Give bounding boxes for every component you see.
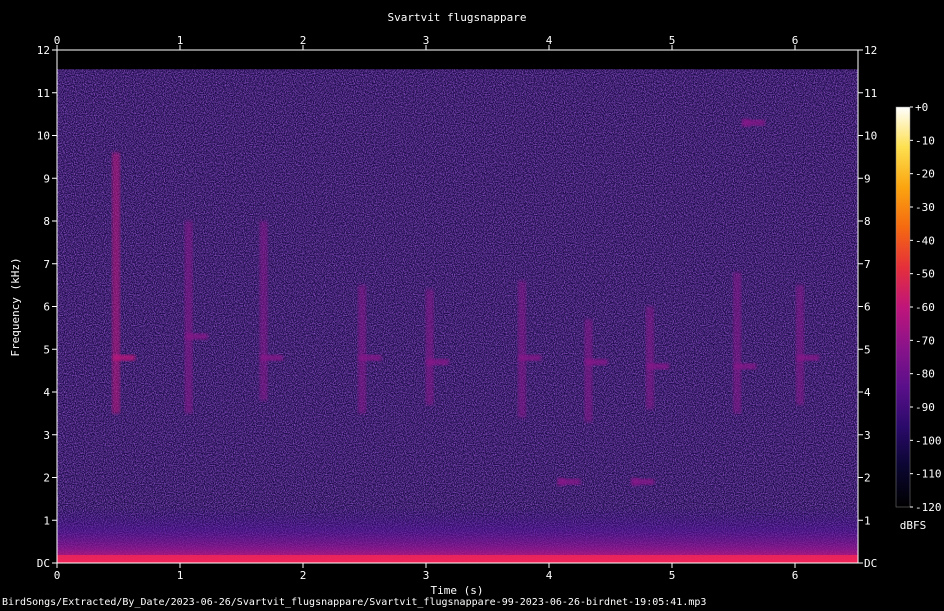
call-event-streak: [584, 319, 593, 422]
colorbar-tick-label: +0: [915, 101, 928, 114]
colorbar-tick-label: -60: [915, 301, 935, 314]
y-tick-label-left: 11: [37, 87, 50, 100]
colorbar-tick-label: -80: [915, 368, 935, 381]
call-event-peak: [585, 359, 608, 366]
chart-title: Svartvit flugsnappare: [387, 11, 526, 24]
y-tick-label-right: 2: [864, 472, 871, 485]
call-event-peak: [646, 363, 669, 370]
x-tick-label-top: 4: [546, 34, 553, 47]
call-event-streak: [795, 285, 804, 405]
colorbar-tick-label: -20: [915, 168, 935, 181]
call-event-peak: [632, 478, 655, 485]
x-tick-label-top: 1: [177, 34, 184, 47]
x-tick-label-top: 6: [792, 34, 799, 47]
call-event-streak: [733, 272, 742, 414]
call-event: [557, 477, 581, 487]
x-tick-label-bottom: 3: [423, 569, 430, 582]
y-tick-label-right: 5: [864, 343, 871, 356]
y-tick-label-left: 4: [43, 386, 50, 399]
colorbar-tick-label: -30: [915, 201, 935, 214]
x-tick-label-bottom: 2: [300, 569, 307, 582]
y-tick-label-right: DC: [864, 557, 877, 570]
x-tick-label-bottom: 1: [177, 569, 184, 582]
y-tick-label-left: 10: [37, 130, 50, 143]
low-frequency-noise: [57, 507, 858, 563]
colorbar-tick-label: -120: [915, 501, 942, 514]
y-tick-label-left: 3: [43, 429, 50, 442]
y-axis-label: Frequency (kHz): [9, 257, 22, 356]
call-event-streak: [645, 306, 654, 410]
y-tick-label-left: 5: [43, 343, 50, 356]
colorbar-ticks: +0 -10 -20 -30 -40 -50 -60 -70 -80 -90 -100 -110 -12…: [910, 101, 942, 514]
y-tick-label-left: 6: [43, 301, 50, 314]
file-path-footer: BirdSongs/Extracted/By_Date/2023-06-26/S…: [2, 597, 707, 608]
x-tick-label-top: 2: [300, 34, 307, 47]
colorbar-tick-label: -10: [915, 134, 935, 147]
colorbar: [895, 106, 911, 508]
y-tick-label-left: 7: [43, 258, 50, 271]
y-tick-label-left: 12: [37, 44, 50, 57]
colorbar-tick-label: -40: [915, 234, 935, 247]
call-event-streak: [425, 289, 434, 405]
call-event-peak: [734, 363, 757, 370]
call-event-peak: [426, 359, 449, 366]
call-event: [741, 118, 765, 127]
y-tick-label-right: 9: [864, 172, 871, 185]
x-tick-label-top: 5: [669, 34, 676, 47]
y-tick-label-right: 10: [864, 130, 877, 143]
y-tick-label-right: 1: [864, 514, 871, 527]
x-axis-label: Time (s): [431, 584, 484, 597]
y-tick-label-right: 7: [864, 258, 871, 271]
dc-band: [57, 555, 858, 563]
colorbar-tick-label: -90: [915, 401, 935, 414]
colorbar-tick-label: -70: [915, 334, 935, 347]
y-tick-label-right: 3: [864, 429, 871, 442]
colorbar-tick-label: -110: [915, 468, 942, 481]
call-event-peak: [359, 354, 382, 361]
y-tick-label-left: DC: [37, 557, 50, 570]
y-tick-label-right: 4: [864, 386, 871, 399]
x-tick-label-top: 0: [54, 34, 61, 47]
y-tick-label-left: 9: [43, 172, 50, 185]
y-tick-label-left: 1: [43, 514, 50, 527]
x-tick-label-bottom: 5: [669, 569, 676, 582]
call-event: [631, 477, 655, 487]
above-nyquist-band: [57, 50, 858, 70]
call-event-peak: [742, 119, 765, 126]
call-event-streak: [517, 280, 526, 418]
call-event-streak: [184, 221, 193, 414]
x-tick-label-bottom: 0: [54, 569, 61, 582]
y-tick-label-right: 6: [864, 301, 871, 314]
call-event-streak: [358, 285, 367, 414]
call-event-peak: [185, 333, 208, 340]
call-event-streak: [259, 221, 268, 401]
x-tick-label-bottom: 6: [792, 569, 799, 582]
y-tick-label-right: 8: [864, 215, 871, 228]
call-event-peak: [518, 354, 541, 361]
colorbar-tick-label: -50: [915, 268, 935, 281]
call-event-peak: [113, 354, 136, 361]
call-event-streak: [112, 152, 121, 414]
call-event-peak: [796, 354, 819, 361]
y-tick-label-right: 11: [864, 87, 877, 100]
y-tick-label-left: 8: [43, 215, 50, 228]
plot-area: [56, 49, 859, 564]
call-event-peak: [558, 478, 581, 485]
x-tick-label-top: 3: [423, 34, 430, 47]
colorbar-unit-label: dBFS: [900, 519, 927, 532]
y-tick-label-left: 2: [43, 472, 50, 485]
spectrogram-chart: Svartvit flugsnappare 00112233445566DC DC…: [9, 11, 942, 597]
y-tick-label-right: 12: [864, 44, 877, 57]
call-event-peak: [260, 354, 283, 361]
colorbar-tick-label: -100: [915, 434, 942, 447]
x-tick-label-bottom: 4: [546, 569, 553, 582]
